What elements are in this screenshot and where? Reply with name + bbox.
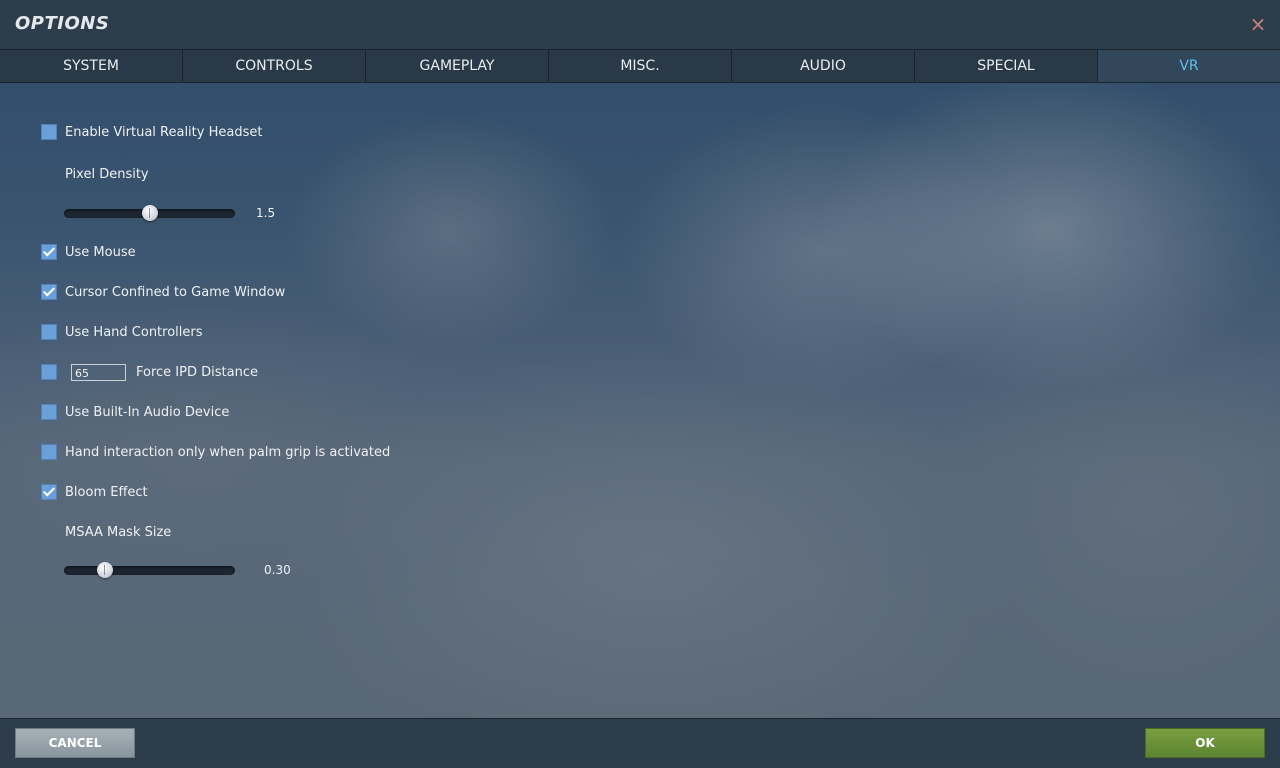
- msaa-mask-value: 0.30: [264, 563, 291, 577]
- tab-special[interactable]: SPECIAL: [915, 50, 1098, 82]
- palm-grip-checkbox[interactable]: [41, 444, 57, 460]
- msaa-mask-slider-thumb[interactable]: [97, 561, 114, 578]
- tab-audio[interactable]: AUDIO: [732, 50, 915, 82]
- use-mouse-option[interactable]: Use Mouse: [41, 242, 136, 262]
- enable-headset-checkbox[interactable]: [41, 124, 57, 140]
- bloom-effect-label: Bloom Effect: [65, 484, 148, 500]
- ipd-distance-input[interactable]: [71, 363, 126, 381]
- force-ipd-option: Force IPD Distance: [41, 362, 258, 382]
- tab-misc[interactable]: MISC.: [549, 50, 732, 82]
- enable-headset-label: Enable Virtual Reality Headset: [65, 124, 263, 140]
- use-mouse-label: Use Mouse: [65, 244, 136, 260]
- palm-grip-label: Hand interaction only when palm grip is …: [65, 444, 391, 460]
- tab-controls[interactable]: CONTROLS: [183, 50, 366, 82]
- pixel-density-value: 1.5: [256, 206, 276, 220]
- force-ipd-checkbox[interactable]: [41, 364, 57, 380]
- tab-bar: SYSTEM CONTROLS GAMEPLAY MISC. AUDIO SPE…: [0, 49, 1280, 83]
- msaa-mask-slider-row: 0.30: [64, 560, 291, 580]
- vr-settings-panel: Enable Virtual Reality Headset Pixel Den…: [0, 83, 1280, 718]
- options-window: OPTIONS × SYSTEM CONTROLS GAMEPLAY MISC.…: [0, 0, 1280, 768]
- cursor-confined-checkbox[interactable]: [41, 284, 57, 300]
- hand-controllers-option[interactable]: Use Hand Controllers: [41, 322, 203, 342]
- pixel-density-slider[interactable]: [64, 204, 235, 221]
- msaa-mask-label: MSAA Mask Size: [65, 525, 172, 540]
- cursor-confined-label: Cursor Confined to Game Window: [65, 284, 286, 300]
- builtin-audio-checkbox[interactable]: [41, 404, 57, 420]
- tab-vr[interactable]: VR: [1098, 50, 1280, 82]
- enable-headset-option[interactable]: Enable Virtual Reality Headset: [41, 122, 262, 142]
- pixel-density-slider-thumb[interactable]: [141, 204, 158, 221]
- pixel-density-label: Pixel Density: [65, 167, 149, 182]
- builtin-audio-label: Use Built-In Audio Device: [65, 404, 230, 420]
- tab-system[interactable]: SYSTEM: [0, 50, 183, 82]
- cursor-confined-option[interactable]: Cursor Confined to Game Window: [41, 282, 285, 302]
- pixel-density-slider-row: 1.5: [64, 203, 275, 223]
- builtin-audio-option[interactable]: Use Built-In Audio Device: [41, 402, 229, 422]
- hand-controllers-checkbox[interactable]: [41, 324, 57, 340]
- bloom-effect-checkbox[interactable]: [41, 484, 57, 500]
- bloom-effect-option[interactable]: Bloom Effect: [41, 482, 148, 502]
- msaa-mask-slider[interactable]: [64, 561, 235, 578]
- close-icon[interactable]: ×: [1248, 12, 1268, 36]
- force-ipd-label: Force IPD Distance: [136, 364, 258, 380]
- palm-grip-option[interactable]: Hand interaction only when palm grip is …: [41, 442, 390, 462]
- hand-controllers-label: Use Hand Controllers: [65, 324, 203, 340]
- cancel-button[interactable]: CANCEL: [15, 728, 135, 758]
- use-mouse-checkbox[interactable]: [41, 244, 57, 260]
- title-bar: OPTIONS ×: [0, 0, 1280, 49]
- window-title: OPTIONS: [15, 13, 110, 34]
- tab-gameplay[interactable]: GAMEPLAY: [366, 50, 549, 82]
- footer-bar: CANCEL OK: [0, 718, 1280, 768]
- ok-button[interactable]: OK: [1145, 728, 1265, 758]
